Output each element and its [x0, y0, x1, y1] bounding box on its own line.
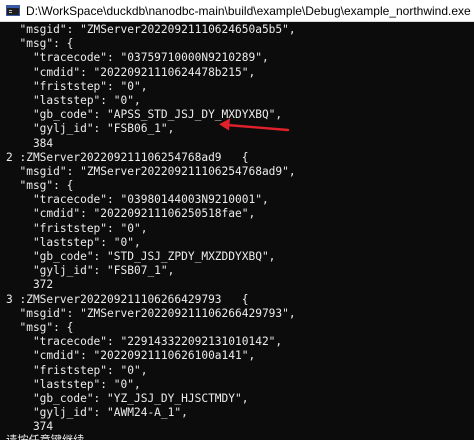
console-line: "msg": { [6, 37, 74, 51]
console-line: "tracecode": "22914332209213101014​2", [6, 335, 283, 349]
window-title: D:\WorkSpace\duckdb\nanodbc-main\build\e… [26, 3, 471, 18]
console-line: "laststep": "0", [6, 377, 141, 391]
console-line: "tracecode": "03759710000N9210289", [6, 51, 269, 65]
console-line: 384 [6, 136, 54, 150]
console-line: 372 [6, 278, 54, 292]
console-line: "gb_code": "STD_JSJ_ZPDY_MXZDDYXBQ", [6, 250, 276, 263]
console-line: "msg": { [6, 320, 74, 334]
console-line: "gylj_id": "AWM24-A_1", [6, 406, 188, 420]
console-output[interactable]: "msgid": "ZMServer20220921110624650a5b5"… [0, 22, 474, 440]
console-line: "laststep": "0", [6, 93, 141, 107]
console-line: 请按任意键继续. . . [6, 434, 474, 440]
console-line: "gb_code": "YZ_JSJ_DY_HJSCTMDY", [6, 391, 249, 405]
console-icon [6, 5, 20, 16]
console-line: "msgid": "ZMServer20220921110624650a5b5"… [6, 23, 296, 36]
console-line: "friststep": "0", [6, 79, 148, 93]
console-line: "msgid": "ZMServer20220921110625476​8ad9… [6, 164, 296, 178]
console-line: "msg": { [6, 179, 74, 193]
red-arrow-icon [219, 118, 290, 132]
console-line: "msgid": "ZMServer20220921110626642​9793… [6, 306, 296, 320]
console-line: "friststep": "0", [6, 221, 148, 235]
console-line: "friststep": "0", [6, 363, 148, 377]
console-line: 3 :ZMServer20220921110626642​9793 { [6, 292, 249, 306]
console-line: 2 :ZMServer20220921110625476​8ad9 { [6, 150, 249, 164]
console-line: "cmdid": "20220921110625051​8fae", [6, 207, 256, 221]
title-bar[interactable]: D:\WorkSpace\duckdb\nanodbc-main\build\e… [0, 0, 474, 22]
console-line: "cmdid": "20220921110624478b215", [6, 65, 256, 79]
console-line: "cmdid": "20220921110626100a141", [6, 349, 256, 363]
console-window: D:\WorkSpace\duckdb\nanodbc-main\build\e… [0, 0, 474, 440]
console-line: 374 [6, 420, 54, 434]
console-line: "laststep": "0", [6, 235, 141, 249]
console-line: "tracecode": "03980144003N9210001", [6, 193, 269, 207]
console-line: "gylj_id": "FSB07_1", [6, 264, 175, 278]
